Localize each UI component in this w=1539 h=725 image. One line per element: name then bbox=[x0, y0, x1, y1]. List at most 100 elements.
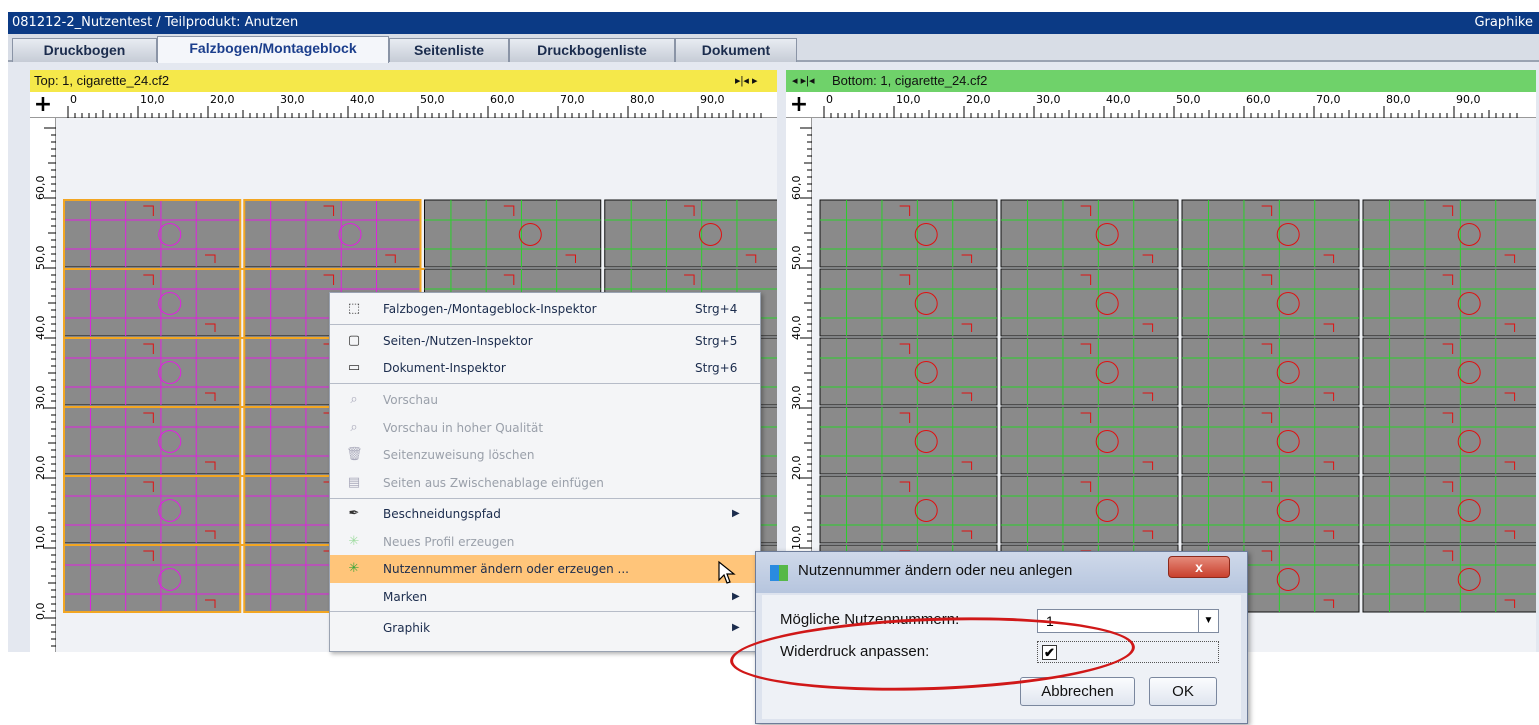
menu-item-label: Seiten-/Nutzen-Inspektor bbox=[383, 334, 533, 348]
cancel-button[interactable]: Abbrechen bbox=[1020, 677, 1135, 706]
sparkle-icon: ✳ bbox=[348, 561, 360, 576]
preview-hq-icon: ⌕ bbox=[350, 420, 358, 435]
menu-item-seiten-einfuegen: ▤ Seiten aus Zwischenablage einfügen bbox=[330, 469, 760, 497]
ruler-label: 20,0 bbox=[210, 93, 235, 106]
window-title-right: Graphike bbox=[1474, 15, 1533, 30]
chevron-down-icon[interactable]: ▼ bbox=[1198, 610, 1218, 632]
paste-icon: ▤ bbox=[347, 475, 361, 490]
ok-button[interactable]: OK bbox=[1149, 677, 1217, 706]
tab-dokument[interactable]: Dokument bbox=[675, 38, 797, 62]
top-pane-title: Top: 1, cigarette_24.cf2 bbox=[34, 73, 170, 88]
ruler-label: 30,0 bbox=[34, 386, 47, 411]
menu-item-seiten-inspektor[interactable]: ▢ Seiten-/Nutzen-Inspektor Strg+5 bbox=[330, 327, 760, 355]
menu-separator bbox=[330, 498, 760, 499]
menu-item-label: Vorschau bbox=[383, 393, 438, 407]
ruler-label: 70,0 bbox=[560, 93, 585, 106]
ruler-ticks: 0 10,0 20,0 30,0 40,0 50,0 60,0 70,0 80,0 90,0 bbox=[67, 93, 762, 118]
menu-item-label: Beschneidungspfad bbox=[383, 507, 501, 521]
widerdruck-checkbox[interactable]: ✔ bbox=[1042, 645, 1057, 660]
tab-falzbogen[interactable]: Falzbogen/Montageblock bbox=[157, 36, 389, 63]
menu-separator bbox=[330, 383, 760, 384]
menu-item-graphik[interactable]: Graphik ▶ bbox=[330, 614, 760, 642]
dialog-body: Mögliche Nutzennummern: 1 ▼ Widerdruck a… bbox=[762, 595, 1241, 719]
widerdruck-label: Widerdruck anpassen: bbox=[780, 643, 930, 660]
menu-item-label: Dokument-Inspektor bbox=[383, 361, 506, 375]
ruler-label: 20,0 bbox=[34, 456, 47, 481]
menu-item-label: Graphik bbox=[383, 621, 431, 635]
menu-shortcut: Strg+5 bbox=[695, 334, 738, 348]
ruler-label: 40,0 bbox=[1106, 93, 1131, 106]
menu-item-vorschau: ⌕ Vorschau bbox=[330, 386, 760, 414]
ruler-label: 50,0 bbox=[34, 246, 47, 271]
possible-numbers-value: 1 bbox=[1046, 613, 1054, 629]
menu-item-label: Seiten aus Zwischenablage einfügen bbox=[383, 476, 604, 490]
net-panel bbox=[1362, 406, 1536, 475]
split-arrows-icon[interactable]: ▸|◂ ▸ bbox=[735, 70, 757, 92]
top-pane-header: Top: 1, cigarette_24.cf2 ▸|◂ ▸ bbox=[30, 70, 777, 92]
menu-item-label: Seitenzuweisung löschen bbox=[383, 448, 535, 462]
net-panel bbox=[1362, 544, 1536, 613]
preview-icon: ⌕ bbox=[350, 392, 358, 407]
top-vertical-ruler: 60,0 50,0 40,0 30,0 20,0 10,0 0,0 bbox=[30, 118, 56, 652]
window-title: 081212-2_Nutzentest / Teilprodukt: Anutz… bbox=[12, 15, 299, 30]
net-panel bbox=[1362, 475, 1536, 544]
ruler-label: 40,0 bbox=[34, 316, 47, 341]
net-panel bbox=[1362, 337, 1536, 406]
ruler-label: 10,0 bbox=[896, 93, 921, 106]
ruler-label: 0 bbox=[826, 93, 833, 106]
menu-item-label: Marken bbox=[383, 590, 428, 604]
ruler-label: 60,0 bbox=[790, 176, 803, 201]
add-icon[interactable]: + bbox=[788, 94, 810, 117]
ruler-label: 50,0 bbox=[420, 93, 445, 106]
ruler-label: 50,0 bbox=[1176, 93, 1201, 106]
ruler-label: 30,0 bbox=[790, 386, 803, 411]
tab-bar: Druckbogen Falzbogen/Montageblock Seiten… bbox=[8, 34, 1539, 63]
menu-item-label: Falzbogen-/Montageblock-Inspektor bbox=[383, 302, 597, 316]
menu-item-dokument-inspektor[interactable]: ▭ Dokument-Inspektor Strg+6 bbox=[330, 354, 760, 382]
ruler-label: 10,0 bbox=[790, 526, 803, 551]
ruler-label: 50,0 bbox=[790, 246, 803, 271]
trash-icon: 🗑 bbox=[346, 447, 363, 462]
menu-item-label: Vorschau in hoher Qualität bbox=[383, 421, 544, 435]
pen-icon: ✒ bbox=[348, 506, 360, 521]
window-title-bar: 081212-2_Nutzentest / Teilprodukt: Anutz… bbox=[8, 12, 1539, 34]
add-icon[interactable]: + bbox=[32, 94, 54, 117]
context-menu: ⬚ Falzbogen-/Montageblock-Inspektor Strg… bbox=[329, 292, 761, 652]
ruler-label: 10,0 bbox=[34, 526, 47, 551]
bottom-pane-header: ◂ ▸|◂ Bottom: 1, cigarette_24.cf2 bbox=[786, 70, 1536, 92]
ruler-label: 40,0 bbox=[350, 93, 375, 106]
top-horizontal-ruler: 0 10,0 20,0 30,0 40,0 50,0 60,0 70,0 80,0 90,0 bbox=[30, 92, 777, 118]
dialog-title-bar: Nutzennummer ändern oder neu anlegen x bbox=[756, 552, 1247, 593]
menu-shortcut: Strg+6 bbox=[695, 361, 738, 375]
mouse-pointer-icon bbox=[718, 560, 736, 584]
split-arrows-icon[interactable]: ◂ ▸|◂ bbox=[792, 70, 814, 92]
ruler-label: 90,0 bbox=[700, 93, 725, 106]
ruler-label: 30,0 bbox=[280, 93, 305, 106]
tab-druckbogenliste[interactable]: Druckbogenliste bbox=[509, 38, 675, 62]
bottom-horizontal-ruler: 0 10,0 20,0 30,0 40,0 50,0 60,0 70,0 80,0 90,0 bbox=[786, 92, 1536, 118]
close-button[interactable]: x bbox=[1168, 556, 1230, 578]
ruler-label: 80,0 bbox=[630, 93, 655, 106]
ruler-label: 20,0 bbox=[966, 93, 991, 106]
widerdruck-checkbox-area[interactable]: ✔ bbox=[1037, 641, 1219, 663]
ruler-label: 90,0 bbox=[1456, 93, 1481, 106]
submenu-arrow-icon: ▶ bbox=[732, 508, 740, 519]
menu-item-seitenzuweisung-loeschen: 🗑 Seitenzuweisung löschen bbox=[330, 441, 760, 469]
ruler-label: 60,0 bbox=[34, 176, 47, 201]
menu-item-falzbogen-inspektor[interactable]: ⬚ Falzbogen-/Montageblock-Inspektor Strg… bbox=[330, 295, 760, 323]
bottom-pane-title: Bottom: 1, cigarette_24.cf2 bbox=[832, 73, 988, 88]
menu-item-nutzennummer[interactable]: ✳ Nutzennummer ändern oder erzeugen ... bbox=[330, 555, 760, 583]
page-icon: ▢ bbox=[347, 333, 361, 348]
sparkle-icon: ✳ bbox=[348, 534, 360, 549]
tab-druckbogen[interactable]: Druckbogen bbox=[12, 38, 157, 62]
net-panel bbox=[1362, 268, 1536, 337]
ruler-label: 10,0 bbox=[140, 93, 165, 106]
tab-seitenliste[interactable]: Seitenliste bbox=[389, 38, 509, 62]
net-panel bbox=[604, 199, 777, 268]
dialog-title: Nutzennummer ändern oder neu anlegen bbox=[798, 562, 1073, 579]
menu-item-beschneidungspfad[interactable]: ✒ Beschneidungspfad ▶ bbox=[330, 500, 760, 528]
document-icon: ▭ bbox=[347, 360, 361, 375]
menu-item-marken[interactable]: Marken ▶ bbox=[330, 583, 760, 611]
possible-numbers-select[interactable]: 1 ▼ bbox=[1037, 609, 1219, 633]
ruler-label: 60,0 bbox=[1246, 93, 1271, 106]
